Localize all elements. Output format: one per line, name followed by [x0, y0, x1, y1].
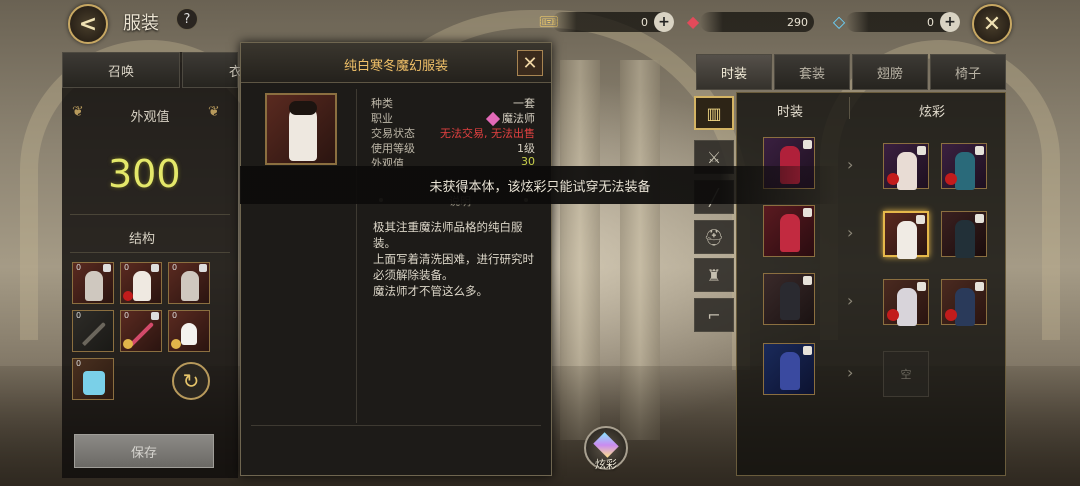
structure-slot[interactable]: 0 — [72, 262, 114, 304]
notification-banner: 未获得本体，该炫彩只能试穿无法装备 — [240, 166, 840, 204]
looks-value: 300 — [108, 152, 181, 196]
info-row-level: 使用等级 1级 — [371, 142, 535, 155]
structure-label: 结构 — [128, 232, 155, 247]
structure-slot[interactable]: 0 — [168, 262, 210, 304]
popup-header: 纯白寒冬魔幻服装 ✕ — [241, 43, 551, 83]
color-slot-empty[interactable]: 空 — [883, 351, 929, 397]
refresh-button[interactable]: ↻ — [172, 362, 210, 400]
structure-slot[interactable]: 0 — [72, 358, 114, 400]
structure-slot[interactable]: 0 — [72, 310, 114, 352]
structure-slot[interactable]: 0 — [120, 310, 162, 352]
color-slot-selected[interactable] — [883, 211, 929, 259]
chevron-right-icon: › — [847, 223, 854, 242]
info-row-type: 种类 一套 — [371, 97, 535, 110]
item-description: 极其注重魔法师品格的纯白服装。 上面写着清洗困难，进行研究时必须解除装备。 魔法… — [373, 220, 534, 298]
currency-diamond: 0 + — [846, 12, 960, 32]
add-ticket-button[interactable]: + — [654, 12, 674, 32]
wheat-right-icon: ❦ — [208, 104, 220, 120]
item-detail-popup: 纯白寒冬魔幻服装 ✕ 种类 一套 职业 魔法师 交易状态 无法交易, 无法出售 使用… — [240, 42, 552, 476]
col-header-color: 炫彩 — [919, 105, 946, 120]
color-slot[interactable] — [883, 279, 929, 326]
color-slot[interactable] — [941, 211, 987, 258]
currency-red-crystal: 290 — [700, 12, 814, 32]
info-row-trade: 交易状态 无法交易, 无法出售 — [371, 127, 535, 140]
currency-red-crystal-value: 290 — [787, 15, 808, 29]
mage-class-icon — [485, 111, 501, 127]
info-row-class: 职业 魔法师 — [371, 111, 535, 127]
color-slot[interactable] — [941, 143, 987, 190]
tab-chair[interactable]: 椅子 — [930, 54, 1006, 90]
popup-close-button[interactable]: ✕ — [517, 50, 543, 76]
chevron-right-icon: › — [847, 363, 854, 382]
close-main-button[interactable]: ✕ — [972, 4, 1012, 44]
category-boots-icon[interactable]: ⌐ — [694, 298, 734, 332]
tab-clothes[interactable]: 衣 — [182, 52, 242, 88]
add-diamond-button[interactable]: + — [940, 12, 960, 32]
chevron-right-icon: › — [847, 291, 854, 310]
fashion-slot[interactable] — [763, 343, 815, 395]
tab-set[interactable]: 套装 — [774, 54, 850, 90]
fashion-slot[interactable] — [763, 273, 815, 325]
structure-slot[interactable]: 0 — [120, 262, 162, 304]
save-button[interactable]: 保存 — [74, 434, 214, 468]
color-slot[interactable] — [941, 279, 987, 326]
left-panel: 召唤 衣 ❦ 外观值 ❦ 300 结构 0 0 0 0 0 0 0 ↻ 保存 — [62, 52, 242, 478]
refresh-icon: ↻ — [182, 369, 200, 393]
currency-ticket: 0 + — [552, 12, 674, 32]
gem-icon — [593, 432, 619, 458]
category-clothes-icon[interactable]: ♜ — [694, 258, 734, 292]
fashion-slot[interactable] — [763, 205, 815, 257]
currency-ticket-value: 0 — [641, 15, 648, 29]
structure-slot[interactable]: 0 — [168, 310, 210, 352]
right-panel: 时装 炫彩 › › › › 空 — [736, 92, 1006, 476]
chevron-right-icon: › — [847, 155, 854, 174]
category-all-icon[interactable]: ▥ — [694, 96, 734, 130]
tab-summon[interactable]: 召唤 — [62, 52, 180, 88]
col-header-fashion: 时装 — [777, 105, 804, 120]
color-button[interactable]: 炫彩 — [584, 426, 628, 471]
back-button[interactable]: < — [68, 4, 108, 44]
tab-wings[interactable]: 翅膀 — [852, 54, 928, 90]
category-helmet-icon[interactable]: ⛑ — [694, 220, 734, 254]
color-slot[interactable] — [883, 143, 929, 190]
page-title: 服装 — [123, 13, 159, 34]
item-thumbnail — [265, 93, 337, 165]
popup-title: 纯白寒冬魔幻服装 — [343, 59, 448, 74]
tab-fashion[interactable]: 时装 — [696, 54, 772, 90]
help-button[interactable]: ? — [176, 8, 198, 30]
currency-diamond-value: 0 — [927, 15, 934, 29]
